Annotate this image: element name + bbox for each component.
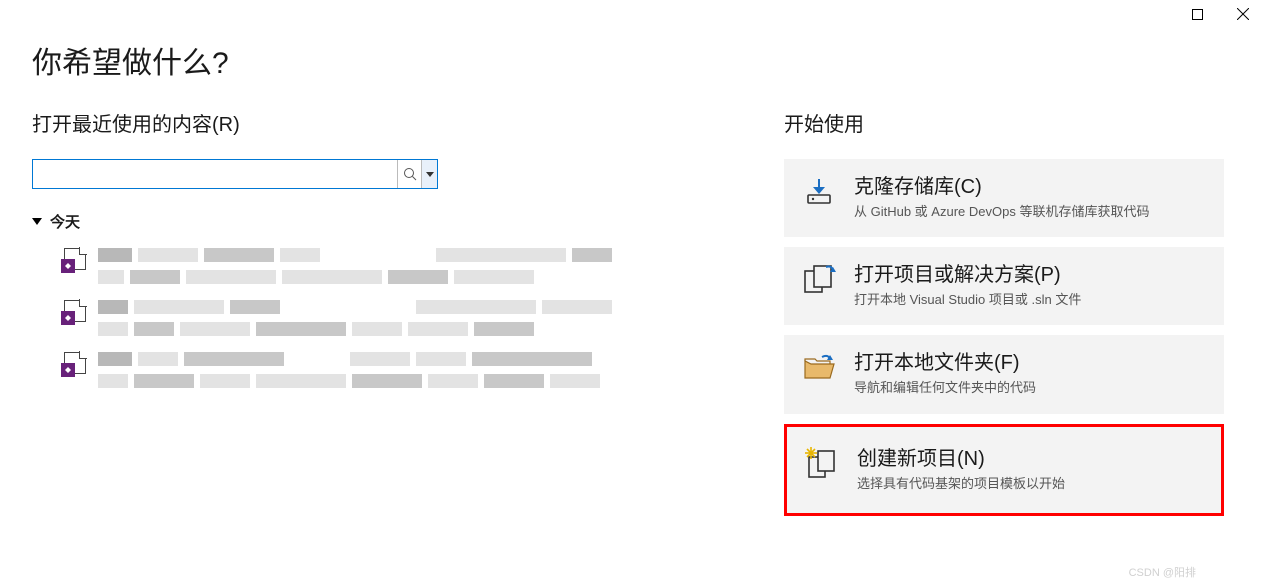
search-button[interactable] xyxy=(397,160,421,188)
card-title: 创建新项目(N) xyxy=(857,447,1065,471)
redacted-text xyxy=(98,248,752,284)
card-title: 打开项目或解决方案(P) xyxy=(854,263,1081,287)
page-title: 你希望做什么? xyxy=(32,38,229,82)
recent-group-label: 今天 xyxy=(50,211,80,232)
new-project-icon xyxy=(805,447,839,481)
search-input[interactable] xyxy=(33,160,397,188)
open-folder-icon xyxy=(802,351,836,385)
window-maximize-button[interactable] xyxy=(1174,0,1220,28)
collapse-triangle-icon xyxy=(32,218,42,225)
window-close-button[interactable] xyxy=(1220,0,1266,28)
redacted-text xyxy=(98,300,752,336)
open-project-icon xyxy=(802,263,836,297)
recent-heading: 打开最近使用的内容(R) xyxy=(32,108,752,137)
project-icon xyxy=(64,352,86,374)
recent-project-item[interactable] xyxy=(32,240,752,292)
card-desc: 导航和编辑任何文件夹中的代码 xyxy=(854,379,1036,397)
project-icon xyxy=(64,248,86,270)
recent-group-header[interactable]: 今天 xyxy=(32,211,752,232)
search-icon xyxy=(403,167,417,181)
card-desc: 选择具有代码基架的项目模板以开始 xyxy=(857,475,1065,493)
card-create-new-project[interactable]: 创建新项目(N) 选择具有代码基架的项目模板以开始 xyxy=(784,424,1224,516)
project-icon xyxy=(64,300,86,322)
maximize-icon xyxy=(1192,9,1203,20)
card-title: 打开本地文件夹(F) xyxy=(854,351,1036,375)
clone-icon xyxy=(802,175,836,209)
getstarted-heading: 开始使用 xyxy=(784,108,1224,137)
recent-project-item[interactable] xyxy=(32,292,752,344)
redacted-text xyxy=(98,352,752,388)
card-desc: 从 GitHub 或 Azure DevOps 等联机存储库获取代码 xyxy=(854,203,1149,221)
watermark: CSDN @阳排 xyxy=(1129,564,1196,580)
recent-project-item[interactable] xyxy=(32,344,752,396)
search-dropdown-button[interactable] xyxy=(421,160,437,188)
card-open-folder[interactable]: 打开本地文件夹(F) 导航和编辑任何文件夹中的代码 xyxy=(784,335,1224,413)
card-desc: 打开本地 Visual Studio 项目或 .sln 文件 xyxy=(854,291,1081,309)
chevron-down-icon xyxy=(426,172,434,177)
close-icon xyxy=(1237,8,1249,20)
card-clone-repository[interactable]: 克隆存储库(C) 从 GitHub 或 Azure DevOps 等联机存储库获… xyxy=(784,159,1224,237)
card-open-project[interactable]: 打开项目或解决方案(P) 打开本地 Visual Studio 项目或 .sln… xyxy=(784,247,1224,325)
card-title: 克隆存储库(C) xyxy=(854,175,1149,199)
